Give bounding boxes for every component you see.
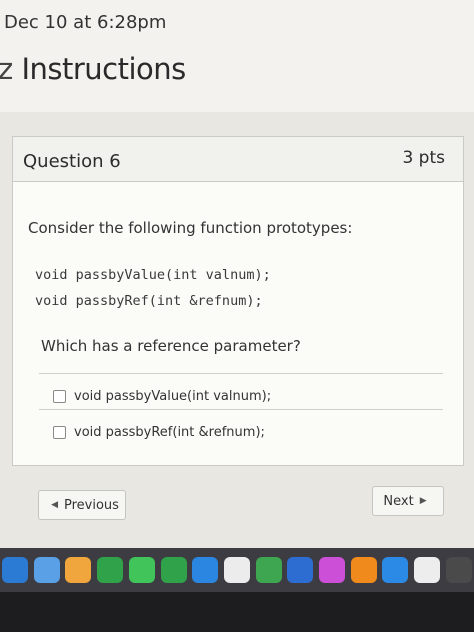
photos-icon[interactable] — [65, 557, 92, 583]
previous-button[interactable]: ◀ Previous — [38, 490, 126, 520]
numbers-icon[interactable] — [255, 557, 282, 583]
page-header: Dec 10 at 6:28pm z Instructions — [0, 0, 474, 112]
due-date: Dec 10 at 6:28pm — [4, 12, 167, 33]
answer-checkbox-1[interactable] — [53, 390, 66, 403]
answer-divider — [39, 373, 443, 374]
code-line-2: void passbyRef(int &refnum); — [35, 293, 263, 309]
instructions-label: Instructions — [21, 52, 186, 86]
answer-label-2: void passbyRef(int &refnum); — [74, 425, 265, 440]
previous-label: Previous — [63, 497, 119, 513]
instructions-heading[interactable]: z Instructions — [0, 52, 186, 86]
desk-surface — [0, 592, 474, 632]
answer-divider — [39, 409, 443, 410]
preview-icon[interactable] — [414, 557, 441, 583]
chrome-icon[interactable] — [97, 557, 124, 583]
chevron-left-icon: ◀ — [51, 500, 58, 510]
instructions-prefix: z — [0, 52, 13, 86]
answer-option-2[interactable]: void passbyRef(int &refnum); — [53, 425, 265, 440]
dock — [0, 548, 474, 592]
question-header: Question 6 3 pts — [13, 137, 463, 182]
next-label: Next — [383, 493, 414, 509]
answer-checkbox-2[interactable] — [53, 426, 66, 439]
facetime-icon[interactable] — [160, 557, 187, 583]
question-intro: Consider the following function prototyp… — [28, 219, 353, 237]
chevron-right-icon: ▶ — [419, 496, 427, 506]
app-store-icon[interactable] — [382, 557, 409, 583]
next-button[interactable]: Next ▶ — [372, 486, 444, 516]
calendar-icon[interactable] — [223, 557, 250, 583]
code-line-1: void passbyValue(int valnum); — [35, 267, 271, 283]
messages-icon[interactable] — [128, 557, 155, 583]
finder-icon[interactable] — [2, 557, 28, 583]
keynote-icon[interactable] — [287, 557, 314, 583]
question-card: Question 6 3 pts Consider the following … — [12, 136, 464, 466]
system-icon[interactable] — [445, 557, 472, 583]
question-title: Question 6 — [23, 151, 121, 172]
books-icon[interactable] — [350, 557, 377, 583]
itunes-icon[interactable] — [319, 557, 346, 583]
answer-option-1[interactable]: void passbyValue(int valnum); — [53, 389, 271, 404]
answer-label-1: void passbyValue(int valnum); — [74, 389, 272, 404]
question-points: 3 pts — [402, 148, 445, 168]
mail-icon[interactable] — [33, 557, 60, 583]
question-prompt: Which has a reference parameter? — [41, 337, 301, 355]
safari-icon[interactable] — [192, 557, 219, 583]
